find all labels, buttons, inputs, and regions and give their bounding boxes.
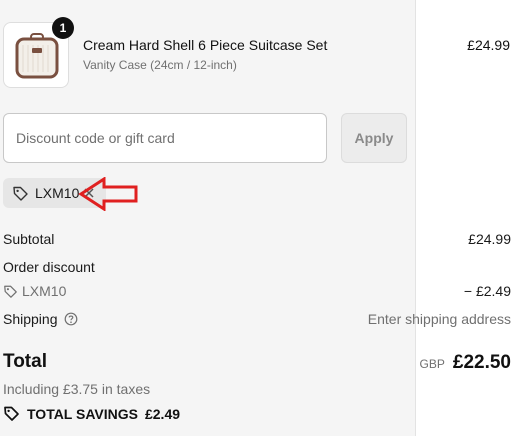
shipping-value: Enter shipping address <box>367 311 511 327</box>
subtotal-label: Subtotal <box>3 231 55 247</box>
currency-code: GBP <box>419 357 445 371</box>
discount-amount: − £2.49 <box>463 283 511 299</box>
applied-discount-code: LXM10 <box>35 185 80 201</box>
discount-code-row: LXM10 − £2.49 <box>3 283 511 299</box>
discount-code-input[interactable] <box>3 113 327 163</box>
total-savings-label: TOTAL SAVINGS <box>27 405 138 422</box>
subtotal-value: £24.99 <box>468 231 511 247</box>
quantity-badge: 1 <box>52 17 74 39</box>
taxes-note: Including £3.75 in taxes <box>3 381 151 397</box>
shipping-label: Shipping <box>3 311 58 327</box>
total-label: Total <box>3 351 47 372</box>
discount-code-label: LXM10 <box>22 283 67 299</box>
subtotal-row: Subtotal £24.99 <box>3 231 511 247</box>
panel-divider <box>415 0 416 436</box>
total-amount-group: GBP £22.50 <box>420 352 511 374</box>
total-savings-row: TOTAL SAVINGS £2.49 <box>3 405 180 422</box>
tag-icon <box>4 285 17 298</box>
help-icon[interactable] <box>64 312 78 326</box>
order-discount-row: Order discount <box>3 259 511 275</box>
product-variant: Vanity Case (24cm / 12-inch) <box>83 58 237 72</box>
total-value: £22.50 <box>452 352 511 373</box>
apply-button[interactable]: Apply <box>341 113 407 163</box>
product-price: £24.99 <box>467 37 510 53</box>
product-title: Cream Hard Shell 6 Piece Suitcase Set <box>83 37 328 53</box>
arrow-annotation-icon <box>78 177 138 211</box>
tag-icon <box>4 406 19 421</box>
tag-icon <box>13 186 28 201</box>
order-discount-label: Order discount <box>3 259 95 275</box>
shipping-row: Shipping Enter shipping address <box>3 311 511 327</box>
total-savings-value: £2.49 <box>144 405 181 422</box>
